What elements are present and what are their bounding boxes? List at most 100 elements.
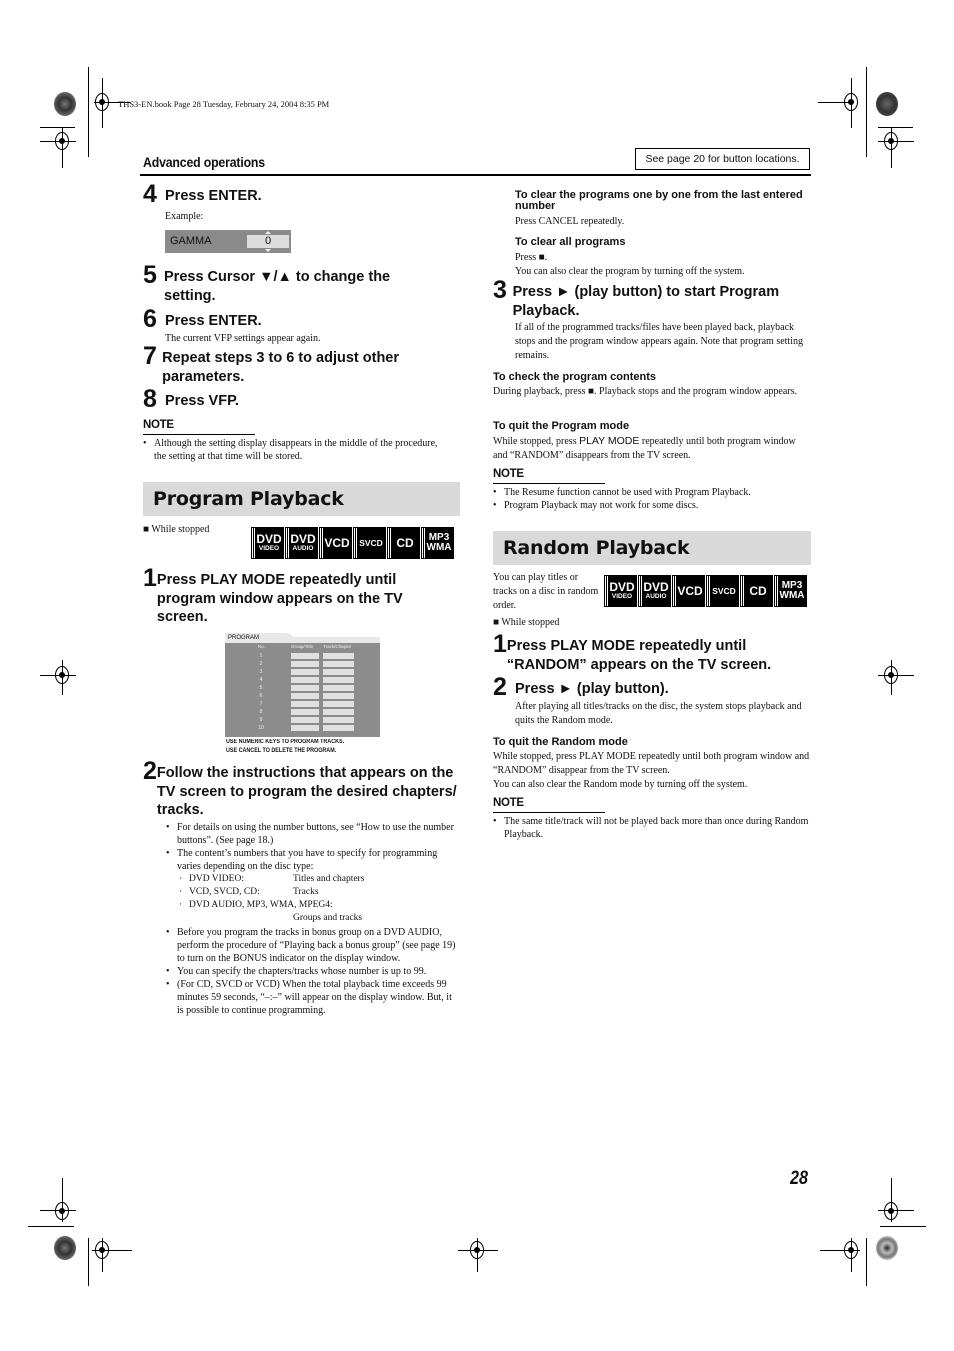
cd-badge: CD (740, 575, 773, 607)
bullet-item: For details on using the number buttons,… (165, 821, 461, 847)
track-chapter-field (323, 693, 354, 699)
registration-mark-icon (884, 666, 898, 684)
program-step-2: 2 Follow the instructions that appears o… (143, 757, 468, 820)
track-chapter-field (323, 661, 354, 667)
gamma-label: GAMMA (170, 235, 212, 247)
note-title: NOTE (493, 797, 524, 809)
crop-line (866, 1238, 867, 1286)
note-item: Although the setting display disappears … (142, 437, 452, 463)
step-3-body: If all of the programmed tracks/files ha… (515, 322, 803, 361)
program-window-footer: USE NUMERIC KEYS TO PROGRAM TRACKS. USE … (226, 739, 345, 754)
step-title: Press PLAY MODE repeatedly until program… (156, 572, 403, 625)
column-header: Group/Title (291, 644, 314, 649)
track-chapter-field (323, 709, 354, 715)
track-chapter-field (323, 669, 354, 675)
step-8: 8 Press VFP. (143, 385, 463, 413)
program-window: PROGRAM No. Group/Title Track/Chapter 1 2… (225, 633, 380, 737)
note-item: Program Playback may not work for some d… (492, 499, 810, 512)
page-number: 28 (790, 1168, 808, 1189)
random-intro: You can play titles or tracks on a disc … (493, 572, 599, 611)
step-number: 3 (493, 276, 507, 304)
note-rule (143, 434, 255, 435)
random-step-2: 2 Press ► (play button). (493, 675, 813, 700)
registration-mark-icon (55, 1202, 69, 1220)
note-list: The same title/track will not be played … (492, 815, 810, 841)
mp3-wma-badge: MP3 WMA (421, 527, 454, 559)
step-number: 2 (143, 757, 157, 785)
quit-program-title: To quit the Program mode (493, 420, 630, 432)
gamma-value: 0 (247, 235, 289, 248)
disc-type-row: VCD, SVCD, CD:Tracks (177, 886, 461, 899)
program-row: 6 (225, 692, 380, 700)
note-title: NOTE (493, 468, 524, 480)
program-row: 8 (225, 708, 380, 716)
step-number: 6 (143, 305, 157, 333)
dvd-video-badge: DVD VIDEO (251, 527, 284, 559)
print-info: THS3-EN.book Page 28 Tuesday, February 2… (118, 99, 330, 109)
group-title-field (291, 693, 319, 699)
clear-all-body-2: You can also clear the program by turnin… (515, 266, 745, 277)
program-row-number: 4 (259, 677, 263, 683)
step-number: 7 (143, 342, 157, 370)
registration-mark-icon (470, 1241, 484, 1259)
step-2-bullets: For details on using the number buttons,… (165, 821, 461, 1017)
registration-disc-icon (54, 1236, 76, 1260)
track-chapter-field (323, 701, 354, 707)
program-row-number: 10 (258, 725, 264, 731)
note-list: Although the setting display disappears … (142, 437, 452, 463)
program-row-number: 5 (259, 685, 263, 691)
vcd-badge: VCD (319, 527, 352, 559)
note-item: The same title/track will not be played … (492, 815, 810, 841)
step-number: 8 (143, 385, 157, 413)
dvd-audio-badge: DVD AUDIO (638, 575, 671, 607)
random-playback-banner: Random Playback (493, 531, 811, 565)
step-number: 4 (143, 180, 157, 208)
note-title: NOTE (143, 419, 174, 431)
program-step-1: 1 Press PLAY MODE repeatedly until progr… (143, 566, 443, 627)
step-5: 5 Press Cursor ▼/▲ to change the setting… (143, 263, 433, 305)
group-title-field (291, 725, 319, 731)
disc-badges: DVD VIDEO DVD AUDIO VCD SVCD CD MP3 WMA (251, 527, 454, 559)
track-chapter-field (323, 717, 354, 723)
program-row: 1 (225, 652, 380, 660)
column-header: Track/Chapter (323, 644, 352, 649)
crop-line (866, 67, 867, 157)
program-row: 5 (225, 684, 380, 692)
program-row-number: 6 (259, 693, 263, 699)
track-chapter-field (323, 653, 354, 659)
group-title-field (291, 669, 319, 675)
while-stopped-label: ■ While stopped (493, 617, 560, 628)
registration-mark-icon (884, 1202, 898, 1220)
step-number: 1 (493, 630, 507, 658)
registration-mark-icon (844, 1241, 858, 1259)
step-title: Press ► (play button) to start Program P… (512, 284, 780, 319)
arrow-up-icon (265, 231, 271, 234)
program-window-tab: PROGRAM (225, 633, 293, 643)
registration-mark-icon (55, 132, 69, 150)
mp3-wma-badge: MP3 WMA (774, 575, 807, 607)
check-contents-title: To check the program contents (493, 371, 656, 383)
crop-line (40, 127, 75, 128)
program-row-number: 3 (259, 669, 263, 675)
program-row: 2 (225, 660, 380, 668)
header-rule (140, 174, 811, 176)
group-title-field (291, 717, 319, 723)
program-row-number: 1 (259, 653, 263, 659)
disc-type-row: DVD VIDEO:Titles and chapters (177, 873, 461, 886)
quit-random-title: To quit the Random mode (493, 736, 628, 748)
note-item: The Resume function cannot be used with … (492, 486, 810, 499)
program-row-number: 9 (259, 717, 263, 723)
group-title-field (291, 677, 319, 683)
clear-one-body: Press CANCEL repeatedly. (515, 216, 625, 227)
crop-line (28, 1226, 74, 1227)
disc-badges: DVD VIDEO DVD AUDIO VCD SVCD CD MP3 WMA (604, 575, 807, 607)
dvd-audio-badge: DVD AUDIO (285, 527, 318, 559)
program-row: 3 (225, 668, 380, 676)
registration-mark-icon (884, 132, 898, 150)
registration-disc-icon (876, 1236, 898, 1260)
disc-type-list: DVD VIDEO:Titles and chapters VCD, SVCD,… (177, 873, 461, 925)
crop-line (88, 67, 89, 157)
step-title: Press Cursor ▼/▲ to change the setting. (164, 269, 391, 304)
crop-line (878, 127, 913, 128)
step-title: Repeat steps 3 to 6 to adjust other para… (162, 350, 400, 385)
